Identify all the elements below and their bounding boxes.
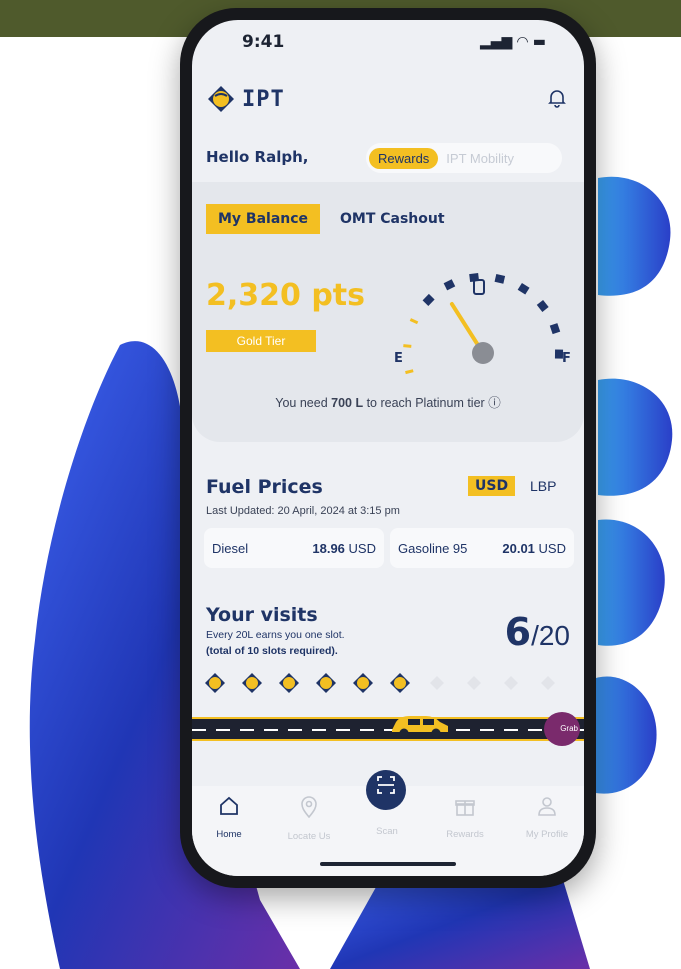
visits-total: /20: [531, 620, 570, 651]
fuel-pump-icon: [473, 279, 485, 295]
logo-text: IPT: [242, 86, 285, 112]
gauge-tick: [549, 323, 561, 335]
gauge-tick: [494, 273, 506, 284]
currency-lbp[interactable]: LBP: [530, 478, 556, 494]
gauge-tick: [443, 279, 456, 291]
price-card-diesel: Diesel 18.96 USD: [204, 528, 384, 568]
gauge-tick: [422, 293, 435, 306]
gauge-hub: [472, 342, 494, 364]
gift-icon: [430, 796, 500, 821]
nav-label: Home: [216, 829, 242, 840]
price-card-gasoline-95: Gasoline 95 20.01 USD: [390, 528, 574, 568]
gauge-tick: [517, 282, 530, 295]
nav-label: My Profile: [525, 829, 569, 840]
visit-slot-empty: [467, 676, 481, 690]
visit-slot-filled: [242, 673, 262, 693]
visit-slot-filled: [353, 673, 373, 693]
nav-home[interactable]: Home: [194, 796, 264, 840]
status-time: 9:41: [242, 32, 285, 52]
grab-badge[interactable]: Grab: [544, 712, 580, 746]
status-icons: ▂▄▆ ◠ ▬: [479, 34, 546, 50]
tier-badge: Gold Tier: [206, 330, 316, 352]
mode-toggle: Rewards IPT Mobility: [366, 143, 562, 173]
tier-note-suffix: to reach Platinum tier: [363, 396, 485, 410]
visits-title: Your visits: [206, 604, 318, 626]
gauge-empty-label: E: [394, 351, 403, 366]
nav-rewards[interactable]: Rewards: [430, 796, 500, 840]
toggle-rewards[interactable]: Rewards: [369, 147, 439, 169]
ipt-logo-icon: [208, 86, 234, 112]
fuel-gauge: E F: [394, 273, 571, 375]
profile-icon: [512, 796, 582, 821]
info-icon[interactable]: ⓘ: [488, 396, 501, 410]
visit-slot-empty: [430, 676, 444, 690]
visit-slot-empty: [541, 676, 555, 690]
tab-omt-cashout[interactable]: OMT Cashout: [340, 211, 445, 227]
tier-progress-note: You need 700 L to reach Platinum tier ⓘ: [192, 392, 584, 411]
last-updated: Last Updated: 20 April, 2024 at 3:15 pm: [206, 505, 400, 517]
home-indicator: [320, 862, 456, 866]
home-icon: [194, 796, 264, 821]
nav-locate-us[interactable]: Locate Us: [274, 796, 344, 842]
visit-slots: [204, 672, 559, 694]
gauge-tick: [536, 299, 549, 313]
gauge-tick: [409, 318, 419, 325]
visit-slot-filled: [205, 673, 225, 693]
price-name: Gasoline 95: [398, 540, 468, 556]
gauge-tick: [405, 369, 414, 375]
location-pin-icon: [274, 796, 344, 823]
toggle-ipt-mobility[interactable]: IPT Mobility: [446, 151, 514, 166]
visit-slot-filled: [316, 673, 336, 693]
tab-my-balance[interactable]: My Balance: [206, 204, 321, 234]
gauge-tick: [403, 344, 412, 348]
points-balance: 2,320 pts: [206, 278, 366, 313]
fuel-prices-title: Fuel Prices: [206, 476, 323, 498]
car-icon: [392, 716, 448, 738]
gauge-full-label: F: [562, 351, 571, 366]
price-value: 20.01: [502, 540, 535, 556]
tier-note-prefix: You need: [275, 396, 332, 410]
visit-slot-filled: [279, 673, 299, 693]
visit-slot-empty: [504, 676, 518, 690]
bell-icon[interactable]: [548, 88, 566, 113]
visits-counter: 6/20: [505, 610, 570, 654]
greeting: Hello Ralph,: [206, 148, 309, 166]
price-unit: USD: [348, 540, 376, 556]
ipt-logo[interactable]: IPT: [206, 84, 285, 114]
currency-usd[interactable]: USD: [468, 476, 516, 496]
nav-my-profile[interactable]: My Profile: [512, 796, 582, 840]
nav-scan-label-wrap: Scan: [352, 826, 422, 837]
scan-icon: [377, 776, 395, 794]
visits-rule: Every 20L earns you one slot.: [206, 629, 345, 641]
visit-slot-filled: [390, 673, 410, 693]
phone-screen: 9:41 ▂▄▆ ◠ ▬ IPT Hello Ralph, Rewards IP…: [192, 20, 584, 876]
scan-button[interactable]: [366, 770, 406, 810]
visits-count: 6: [504, 610, 532, 654]
nav-label: Scan: [376, 826, 398, 837]
nav-label: Rewards: [446, 829, 484, 840]
nav-label: Locate Us: [287, 831, 331, 842]
price-value: 18.96: [312, 540, 345, 556]
tier-note-amount: 700 L: [331, 396, 364, 410]
price-name: Diesel: [212, 540, 249, 556]
price-unit: USD: [538, 540, 566, 556]
visits-requirement: (total of 10 slots required).: [206, 645, 338, 657]
